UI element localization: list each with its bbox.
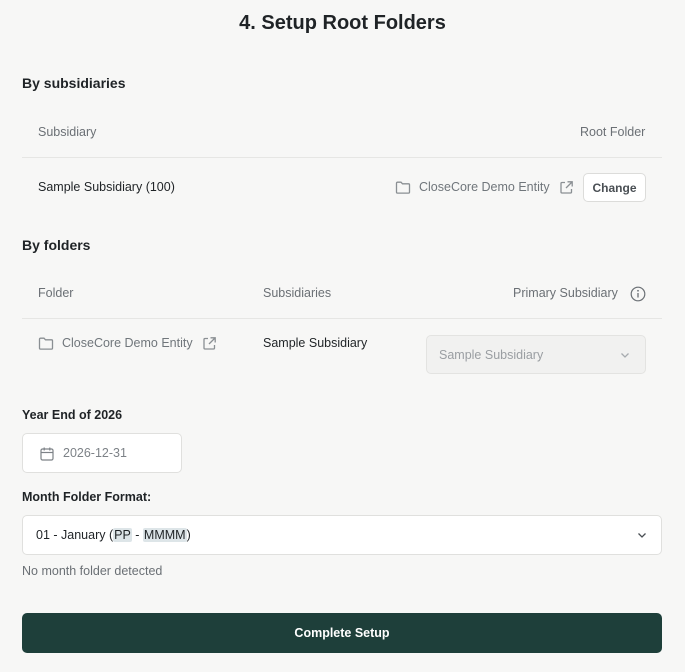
by-folders-heading: By folders: [22, 237, 91, 253]
folder-icon: [38, 336, 54, 356]
month-format-token-mmmm: MMMM: [142, 528, 187, 542]
column-header-folder: Folder: [38, 286, 74, 300]
table-divider: [22, 157, 662, 158]
column-header-subsidiaries: Subsidiaries: [263, 286, 332, 300]
month-format-label: Month Folder Format:: [22, 490, 152, 504]
chevron-down-icon: [619, 349, 631, 364]
folder-icon: [395, 180, 411, 200]
page-title: 4. Setup Root Folders: [239, 12, 446, 34]
column-header-primary-subsidiary: Primary Subsidiary: [513, 286, 618, 300]
chevron-down-icon: [636, 529, 648, 544]
month-format-suffix: ): [186, 528, 191, 542]
column-header-subsidiary: Subsidiary: [38, 125, 97, 139]
folder-subsidiaries: Sample Subsidiary: [263, 336, 368, 350]
primary-subsidiary-select[interactable]: Sample Subsidiary: [426, 335, 646, 374]
info-icon[interactable]: [630, 286, 646, 307]
change-root-folder-button[interactable]: Change: [583, 173, 646, 202]
by-subsidiaries-heading: By subsidiaries: [22, 75, 126, 91]
calendar-icon: [39, 446, 55, 465]
year-end-label: Year End of 2026: [22, 408, 123, 422]
complete-setup-button[interactable]: Complete Setup: [22, 613, 662, 653]
column-header-root-folder: Root Folder: [580, 125, 646, 139]
month-format-prefix: 01 - January (: [36, 528, 114, 542]
folder-name: CloseCore Demo Entity: [62, 336, 193, 350]
primary-subsidiary-value: Sample Subsidiary: [439, 347, 544, 362]
month-format-hint: No month folder detected: [22, 564, 163, 578]
month-format-separator: -: [131, 528, 143, 542]
month-format-token-pp: PP: [113, 528, 132, 542]
year-end-date-value: 2026-12-31: [63, 446, 127, 460]
external-link-icon[interactable]: [559, 180, 574, 200]
subsidiary-name: Sample Subsidiary (100): [38, 180, 175, 194]
external-link-icon[interactable]: [202, 336, 217, 356]
month-format-select[interactable]: 01 - January (PP - MMMM): [22, 515, 662, 555]
table-divider: [22, 318, 662, 319]
root-folder-name: CloseCore Demo Entity: [419, 180, 550, 194]
year-end-date-input[interactable]: 2026-12-31: [22, 433, 182, 473]
